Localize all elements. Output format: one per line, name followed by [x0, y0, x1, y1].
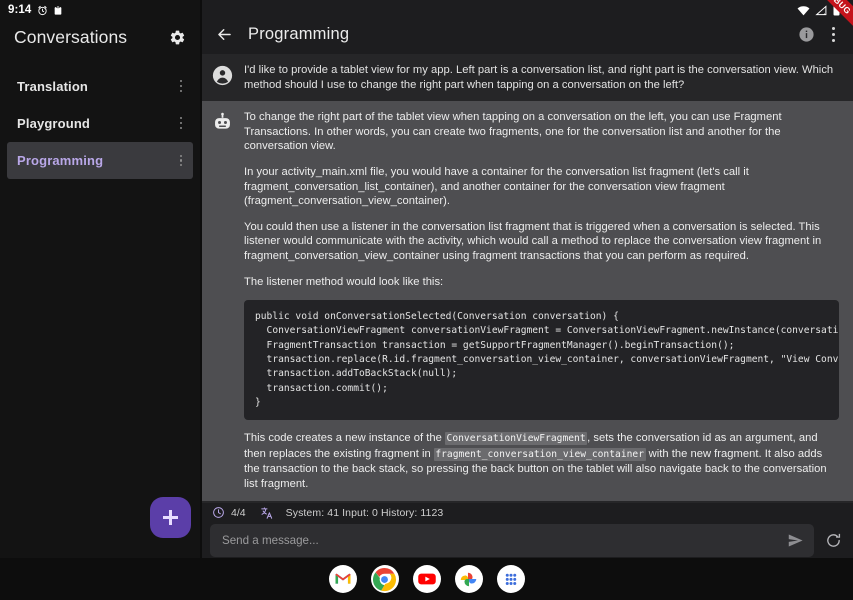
- conversation-list-pane: Conversations Translation Playground Pro…: [0, 0, 200, 600]
- message-paragraph: In your activity_main.xml file, you woul…: [244, 165, 749, 208]
- message-composer: [202, 522, 853, 558]
- refresh-icon: [825, 532, 842, 549]
- page-title: Conversations: [14, 26, 128, 47]
- app-drawer-icon[interactable]: [496, 565, 525, 593]
- message-assistant: To change the right part of the tablet v…: [202, 101, 853, 501]
- message-transcript[interactable]: I'd like to provide a tablet view for my…: [202, 54, 853, 503]
- back-button[interactable]: [208, 18, 240, 50]
- message-body: To change the right part of the tablet v…: [244, 110, 839, 491]
- conversation-list: Translation Playground Programming: [0, 68, 200, 179]
- app-dock: [0, 558, 853, 600]
- new-conversation-button[interactable]: [150, 497, 191, 538]
- person-icon: [212, 65, 233, 86]
- regenerate-button[interactable]: [821, 528, 845, 552]
- plus-icon: [163, 510, 178, 525]
- device-screen: Conversations Translation Playground Pro…: [0, 0, 853, 600]
- message-body: I'd like to provide a tablet view for my…: [244, 63, 839, 92]
- conversation-view-pane: Programming I'd like to provide a tablet: [202, 0, 853, 600]
- conversation-title: Playground: [17, 115, 91, 131]
- gmail-icon[interactable]: [328, 565, 357, 593]
- settings-button[interactable]: [166, 26, 188, 48]
- message-paragraph: The listener method would look like this…: [244, 275, 444, 288]
- token-stats: System: 41 Input: 0 History: 1123: [285, 506, 444, 519]
- conversation-title: Programming: [17, 153, 104, 168]
- message-input-wrapper[interactable]: [210, 523, 814, 557]
- conversation-title: Translation: [17, 78, 88, 94]
- conversation-title-header: Programming: [248, 24, 350, 43]
- chrome-icon[interactable]: [370, 565, 399, 593]
- sidebar-item-playground[interactable]: Playground: [7, 105, 193, 141]
- message-count: 4/4: [231, 506, 246, 519]
- kebab-icon[interactable]: [173, 112, 189, 134]
- sidebar-header: Conversations: [0, 20, 200, 54]
- message-paragraph: You could then use a listener in the con…: [244, 220, 822, 262]
- app-bar: Programming: [202, 14, 853, 54]
- send-icon: [787, 532, 804, 549]
- kebab-icon[interactable]: [173, 150, 189, 172]
- history-icon: [212, 506, 225, 519]
- message-paragraph: To change the right part of the tablet v…: [244, 111, 782, 153]
- message-paragraph: I'd like to provide a tablet view for my…: [244, 64, 834, 91]
- gear-icon: [169, 29, 186, 46]
- kebab-icon[interactable]: [173, 75, 189, 97]
- code-block[interactable]: public void onConversationSelected(Conve…: [244, 300, 839, 421]
- translate-icon[interactable]: [260, 506, 274, 520]
- arrow-left-icon: [215, 25, 234, 44]
- message-user: I'd like to provide a tablet view for my…: [202, 54, 853, 102]
- sidebar-item-translation[interactable]: Translation: [7, 68, 193, 104]
- inline-code: fragment_conversation_view_container: [433, 447, 646, 461]
- info-icon: [798, 26, 815, 43]
- message-input[interactable]: [222, 533, 784, 547]
- robot-icon: [212, 112, 233, 133]
- message-paragraph-rich: This code creates a new instance of the …: [244, 431, 839, 491]
- info-button[interactable]: [791, 19, 821, 49]
- text-run: This code creates a new instance of the: [244, 432, 446, 445]
- youtube-icon[interactable]: [412, 565, 441, 593]
- overflow-menu-button[interactable]: [821, 19, 845, 49]
- avatar: [212, 112, 233, 133]
- conversation-meta-bar: 4/4 System: 41 Input: 0 History: 1123: [202, 503, 853, 522]
- photos-icon[interactable]: [454, 565, 483, 593]
- avatar: [212, 65, 233, 86]
- send-button[interactable]: [784, 529, 806, 551]
- inline-code: ConversationViewFragment: [445, 432, 588, 446]
- sidebar-item-programming[interactable]: Programming: [7, 142, 193, 179]
